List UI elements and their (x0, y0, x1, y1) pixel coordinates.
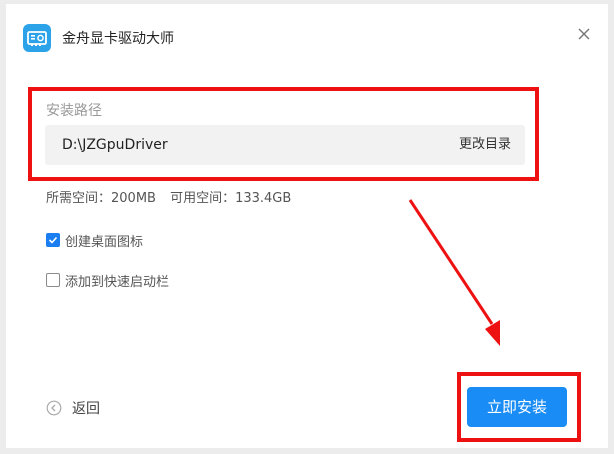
installer-window: 金舟显卡驱动大师 安装路径 D:\JZGpuDriver 更改目录 所需空间：2… (6, 4, 608, 448)
back-arrow-icon (46, 400, 62, 416)
back-button[interactable]: 返回 (46, 398, 100, 418)
back-label: 返回 (72, 401, 100, 417)
install-now-button[interactable]: 立即安装 (467, 387, 567, 427)
